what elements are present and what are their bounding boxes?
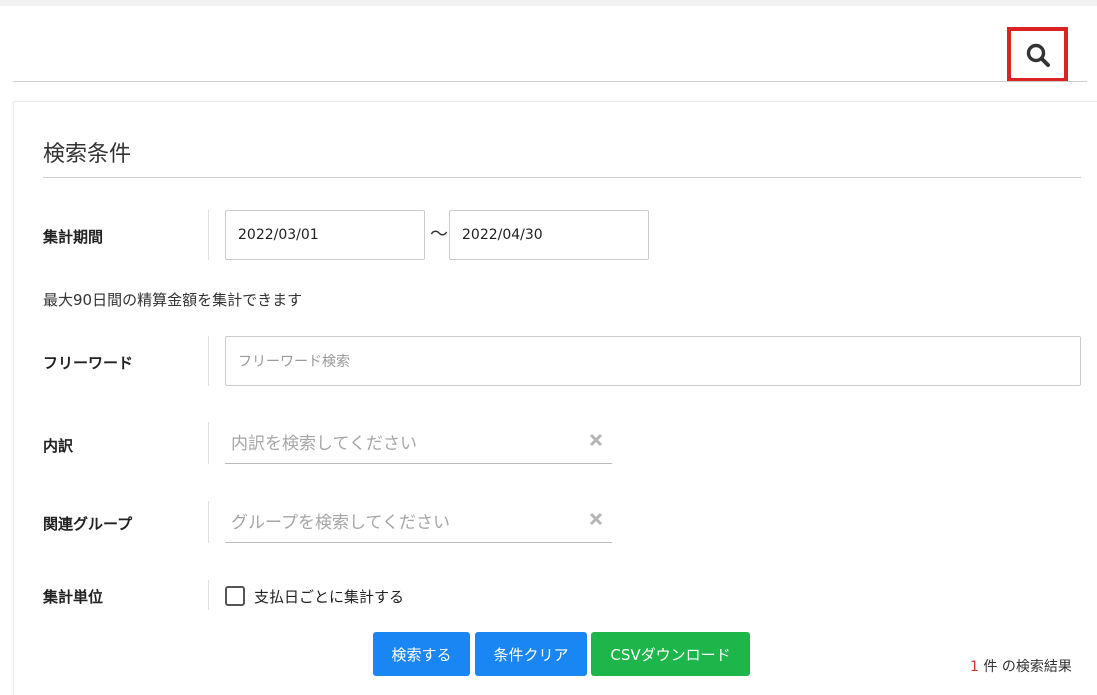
period-from-input[interactable]: 2022/03/01	[225, 210, 425, 260]
search-icon	[1026, 43, 1050, 67]
search-toggle-button[interactable]	[1007, 27, 1068, 82]
checkbox-label: 支払日ごとに集計する	[254, 588, 405, 606]
clear-conditions-button[interactable]: 条件クリア	[475, 632, 587, 676]
title-divider	[43, 177, 1081, 178]
group-separator-line	[208, 501, 209, 543]
search-button[interactable]: 検索する	[373, 632, 470, 676]
freeword-separator-line	[208, 336, 209, 386]
group-select[interactable]: グループを検索してください	[225, 499, 612, 543]
group-label: 関連グループ	[43, 515, 133, 533]
result-suffix: 件 の検索結果	[983, 659, 1072, 675]
panel-title: 検索条件	[43, 142, 132, 167]
period-separator-line	[208, 210, 209, 260]
period-note: 最大90日間の精算金額を集計できます	[43, 291, 303, 309]
result-count: 1	[970, 659, 979, 675]
search-conditions-panel: 検索条件 集計期間 2022/03/01 〜 2022/04/30 最大90日間…	[13, 101, 1097, 695]
breakdown-placeholder: 内訳を検索してください	[231, 434, 417, 454]
freeword-label: フリーワード	[43, 354, 134, 372]
breakdown-select[interactable]: 内訳を検索してください	[225, 420, 612, 464]
csv-download-button[interactable]: CSVダウンロード	[591, 632, 750, 676]
period-to-input[interactable]: 2022/04/30	[449, 210, 649, 260]
breakdown-separator-line	[208, 422, 209, 464]
close-icon[interactable]	[588, 432, 604, 448]
unit-label: 集計単位	[43, 588, 104, 606]
aggregate-by-payment-date-checkbox[interactable]	[225, 586, 245, 606]
close-icon[interactable]	[588, 511, 604, 527]
header-divider	[13, 81, 1087, 82]
top-strip	[0, 0, 1097, 6]
unit-separator-line	[208, 580, 209, 610]
period-label: 集計期間	[43, 228, 104, 246]
freeword-input[interactable]: フリーワード検索	[225, 336, 1081, 386]
group-placeholder: グループを検索してください	[231, 513, 450, 533]
breakdown-label: 内訳	[43, 437, 74, 455]
result-count-text: 1 件 の検索結果	[970, 656, 1072, 676]
period-tilde: 〜	[430, 224, 448, 245]
